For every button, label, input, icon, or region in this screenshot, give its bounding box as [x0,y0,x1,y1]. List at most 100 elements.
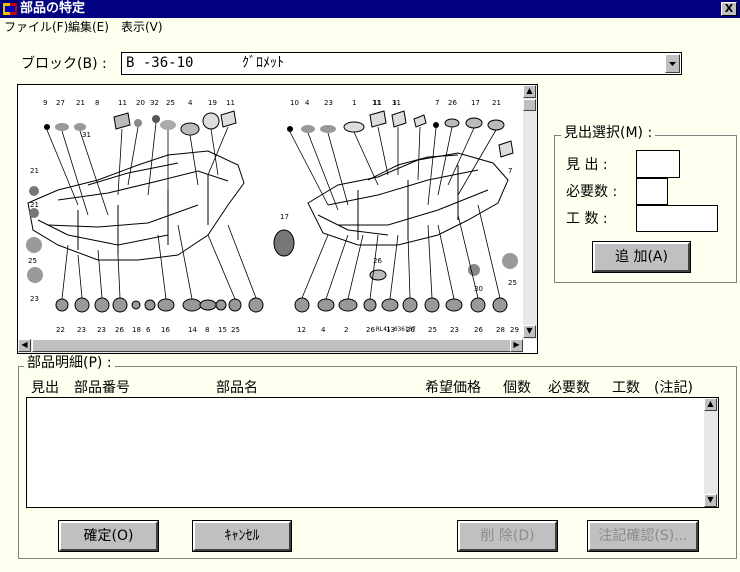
delete-button[interactable]: 削 除(D) [457,520,558,552]
diagram-ref-label: 14 [188,326,197,334]
title-bar: 部品の特定 X [0,0,740,18]
diagram-ref-label: 21 [30,201,39,209]
diagram-ref-label: 1 [352,99,356,107]
block-name: ｸﾞﾛﾒｯﾄ [242,55,284,71]
diagram-ref-label: 32 [150,99,159,107]
midashi-label: 見 出 : [566,157,608,173]
list-vertical-scrollbar[interactable]: ▲ ▼ [704,398,718,507]
diagram-ref-label: 21 [30,167,39,175]
block-combobox[interactable]: B -36-10 ｸﾞﾛﾒｯﾄ [121,52,682,75]
diagram-code: RL41-036107 [376,326,416,333]
column-header-part-name: 部品名 [216,380,258,396]
column-header-quantity: 個数 [503,380,531,396]
hscroll-thumb[interactable] [32,339,512,352]
scroll-right-button[interactable]: ▶ [510,339,523,352]
diagram-ref-label: 26 [373,257,382,265]
column-header-midashi: 見出 [31,380,59,396]
chevron-down-icon [669,62,676,66]
diagram-ref-label: 7 [508,167,512,175]
diagram-ref-label: 25 [166,99,175,107]
menu-file[interactable]: ファイル(F) [4,20,68,34]
diagram-ref-label: 11 [373,99,382,107]
kosu-label: 工 数 : [566,211,608,227]
diagram-ref-label: 25 [428,326,437,334]
diagram-ref-label: 30 [474,285,483,293]
dropdown-button[interactable] [665,54,680,73]
diagram-ref-label: 26 [115,326,124,334]
menu-view[interactable]: 表示(V) [121,20,163,34]
block-label: ブロック(B) : [21,56,107,72]
confirm-button[interactable]: 確定(O) [58,520,159,552]
diagram-ref-label: 4 [188,99,193,107]
diagram-ref-label: 17 [280,213,289,221]
column-header-part-number: 部品番号 [74,380,130,396]
diagram-ref-label: 2 [344,326,348,334]
note-confirm-button[interactable]: 注記確認(S)... [587,520,699,552]
menu-bar: ファイル(F) 編集(E) 表示(V) [0,18,740,36]
diagram-vertical-scrollbar[interactable]: ▲ ▼ [523,85,537,339]
app-icon [3,3,17,15]
diagram-ref-label: 23 [97,326,106,334]
block-code: B -36-10 [126,55,194,71]
diagram-ref-label: 20 [136,99,145,107]
diagram-ref-label: 25 [508,279,517,287]
diagram-ref-label: 27 [56,99,65,107]
midashi-select-label: 見出選択(M) : [561,125,656,141]
diagram-ref-label: 21 [492,99,501,107]
diagram-horizontal-scrollbar[interactable]: ◀ ▶ [18,339,523,353]
parts-detail-list[interactable]: ▲ ▼ [26,397,719,508]
column-header-required: 必要数 [548,380,590,396]
list-scroll-up-button[interactable]: ▲ [704,398,717,411]
diagram-ref-label: 8 [95,99,99,107]
diagram-ref-label: 28 [496,326,505,334]
kosu-field[interactable] [636,205,718,232]
diagram-ref-label: 17 [471,99,480,107]
diagram-ref-label: 19 [208,99,217,107]
diagram-ref-label: 26 [474,326,483,334]
diagram-ref-label: 10 [290,99,299,107]
diagram-ref-label: 18 [132,326,141,334]
parts-diagram: 9 27 21 8 11 20 32 25 4 19 11 10 4 23 1 11 3 7 26 17 2131212… [18,85,523,339]
diagram-ref-label: 23 [77,326,86,334]
diagram-ref-label: 8 [205,326,209,334]
menu-edit[interactable]: 編集(E) [68,20,109,34]
diagram-ref-label: 15 [218,326,227,334]
required-count-label: 必要数 : [566,184,618,200]
diagram-ref-label: 23 [324,99,333,107]
diagram-ref-label: 23 [450,326,459,334]
diagram-ref-label: 25 [231,326,240,334]
window-title: 部品の特定 [20,1,86,16]
add-button[interactable]: 追 加(A) [592,241,691,273]
diagram-ref-label: 21 [76,99,85,107]
required-count-field[interactable] [636,178,668,205]
parts-diagram-panel[interactable]: 9 27 21 8 11 20 32 25 4 19 11 10 4 23 1 11 3 7 26 17 21 31 21 2… [17,84,538,354]
diagram-ref-label: 22 [56,326,65,334]
diagram-ref-label: 26 [448,99,457,107]
list-scroll-down-button[interactable]: ▼ [704,494,717,507]
scroll-thumb[interactable] [523,99,536,111]
column-header-price: 希望価格 [425,380,481,396]
parts-detail-label: 部品明細(P) : [24,355,115,371]
scroll-down-button[interactable]: ▼ [523,325,536,338]
scroll-up-button[interactable]: ▲ [523,85,536,98]
diagram-ref-label: 9 [43,99,47,107]
close-button[interactable]: X [721,2,737,16]
diagram-ref-label: 11 [392,99,401,107]
scroll-left-button[interactable]: ◀ [18,339,31,352]
diagram-ref-label: 6 [146,326,151,334]
diagram-ref-label: 12 [297,326,306,334]
diagram-ref-label: 7 [435,99,439,107]
diagram-ref-label: 25 [28,257,37,265]
diagram-ref-label: 29 [510,326,519,334]
diagram-ref-label: 16 [161,326,170,334]
diagram-ref-label: 31 [82,131,91,139]
diagram-ref-label: 4 [321,326,326,334]
diagram-ref-label: 11 [226,99,235,107]
diagram-ref-label: 4 [305,99,310,107]
midashi-field[interactable] [636,150,680,178]
cancel-button[interactable]: ｷｬﾝｾﾙ [192,520,292,552]
diagram-ref-label: 23 [30,295,39,303]
diagram-ref-label: 26 [366,326,375,334]
diagram-ref-label: 11 [118,99,127,107]
column-header-kosu: 工数 [612,380,640,396]
